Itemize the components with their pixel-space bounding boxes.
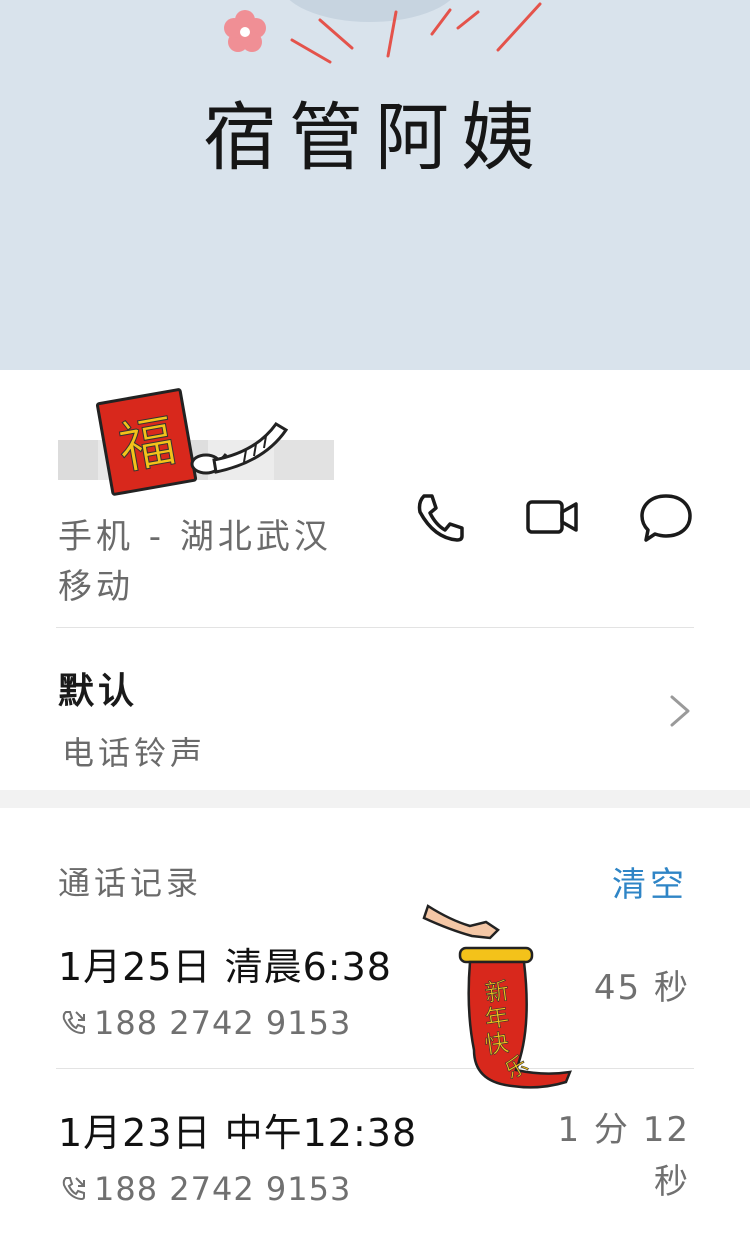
call-log-title: 通话记录 [58,864,203,902]
call-number-text: 188 2742 9153 [94,1004,352,1042]
video-camera-icon[interactable] [524,490,580,546]
new-year-scroll-sticker: 新 年 快 乐 [422,904,572,1089]
incoming-call-icon [62,1011,85,1035]
divider [56,1068,694,1069]
divider [56,627,694,628]
contact-header: 宿管阿姨 [0,0,750,370]
call-duration: 1 分 12 秒 [557,1110,690,1202]
call-number: 188 2742 9153 [60,1170,351,1208]
call-time: 1月25日 清晨6:38 [58,945,392,989]
fu-sticker: 福 [96,388,289,496]
header-decoration [224,0,542,64]
phone-carrier-info: 手机 - 湖北武汉 移动 [58,517,332,607]
call-number: 188 2742 9153 [60,1004,351,1042]
call-time: 1月23日 中午12:38 [58,1111,418,1155]
chevron-right-icon [670,695,690,727]
call-number-text: 188 2742 9153 [94,1170,352,1208]
clear-log-button[interactable]: 清空 [612,857,688,906]
flower-icon [224,10,266,52]
phone-icon[interactable] [412,490,468,546]
section-gap [0,790,750,808]
chat-bubble-icon[interactable] [638,490,694,546]
ringtone-label: 默认 [58,671,139,712]
fu-text: 福 [114,409,180,483]
avatar-circle [289,0,451,22]
incoming-call-icon [62,1177,85,1201]
svg-text:快: 快 [483,1029,511,1060]
ringtone-value: 电话铃声 [62,734,207,772]
contact-name: 宿管阿姨 [203,95,547,181]
